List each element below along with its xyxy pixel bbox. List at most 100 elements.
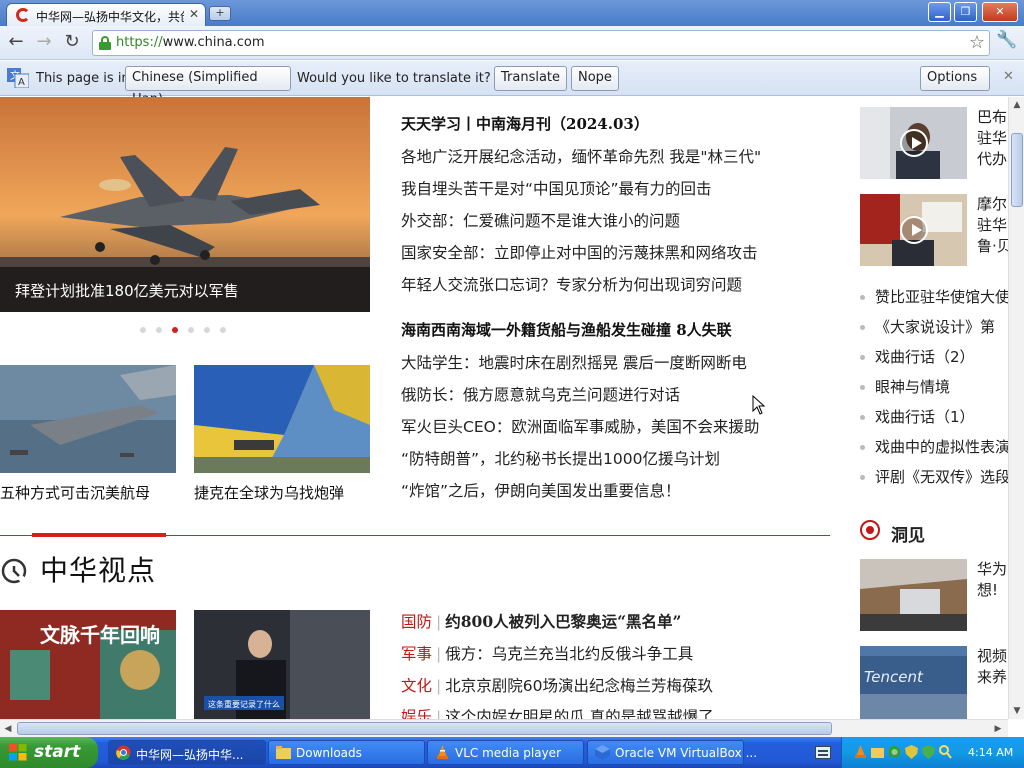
language-select[interactable]: Chinese (Simplified Han) ▼	[125, 66, 291, 107]
category-label[interactable]: 军事	[401, 645, 432, 663]
thumb-caption[interactable]: 五种方式可击沉美航母	[0, 482, 150, 503]
news-link[interactable]: 军火巨头CEO：欧洲面临军事威胁，美国不会来援助	[401, 415, 759, 437]
carousel-dot[interactable]	[140, 327, 146, 333]
hero-slide[interactable]: 拜登计划批准180亿美元对以军售	[0, 97, 370, 312]
carousel-dot[interactable]	[156, 327, 162, 333]
virtualbox-icon	[595, 745, 610, 760]
keyboard-icon[interactable]	[815, 746, 831, 759]
video-thumb[interactable]	[860, 194, 967, 266]
taskbar-item-downloads[interactable]: Downloads	[268, 740, 425, 765]
infobar-close-icon[interactable]: ✕	[1003, 69, 1014, 84]
play-icon[interactable]	[900, 216, 928, 244]
thumb-caption[interactable]: 捷克在全球为乌找炮弹	[194, 482, 344, 503]
news-link[interactable]: 年轻人交流张口忘词？专家分析为何出现词穷问题	[401, 273, 742, 295]
taskbar-item-chrome[interactable]: 中华网—弘扬中华...	[108, 740, 266, 765]
hero-caption[interactable]: 拜登计划批准180亿美元对以军售	[15, 280, 239, 301]
video-title[interactable]: 巴布 驻华 代办	[977, 107, 1008, 170]
taskbar-item-label: 中华网—弘扬中华...	[136, 748, 244, 762]
news-link[interactable]: 国家安全部：立即停止对中国的污蔑抹黑和网络攻击	[401, 241, 758, 263]
carousel-dot[interactable]	[204, 327, 210, 333]
category-label[interactable]: 国防	[401, 613, 432, 631]
carousel-dot[interactable]	[172, 327, 178, 333]
news-link[interactable]: 俄防长：俄方愿意就乌克兰问题进行对话	[401, 383, 680, 405]
wrench-menu-icon[interactable]: 🔧	[996, 30, 1017, 50]
close-window-button[interactable]: ✕	[982, 2, 1018, 22]
secure-lock-icon	[99, 36, 111, 50]
category-news-link[interactable]: 文化 | 北京京剧院60场演出纪念梅兰芳梅葆玖	[401, 674, 713, 696]
maximize-button[interactable]: ❐	[954, 2, 977, 22]
insight-title-line: 想!	[977, 581, 999, 599]
category-news-text[interactable]: 这个内娱女明星的瓜 真的是越骂越爆了	[445, 708, 713, 719]
news-link[interactable]: “防特朗普”，北约秘书长提出1000亿援乌计划	[401, 447, 720, 469]
list-item[interactable]: 评剧《无双传》选段	[860, 466, 1008, 487]
category-news-link[interactable]: 国防 | 约800人被列入巴黎奥运“黑名单”	[401, 610, 681, 632]
news-link[interactable]: 各地广泛开展纪念活动，缅怀革命先烈 我是"林三代"	[401, 145, 761, 167]
news-headline[interactable]: 海南西南海域一外籍货船与渔船发生碰撞 8人失联	[401, 319, 732, 340]
new-tab-button[interactable]: +	[209, 6, 231, 21]
taskbar-item-vlc[interactable]: VLC media player	[427, 740, 584, 765]
insight-title[interactable]: 华为 想!	[977, 559, 1008, 601]
section-thumb[interactable]: 文脉千年回响	[0, 610, 176, 719]
scroll-up-icon[interactable]: ▲	[1009, 97, 1024, 113]
reload-icon[interactable]: ↻	[60, 31, 84, 55]
translate-button[interactable]: Translate	[494, 66, 568, 91]
category-news-link[interactable]: 娱乐 | 这个内娱女明星的瓜 真的是越骂越爆了	[401, 705, 714, 719]
security-shield-icon[interactable]	[905, 745, 918, 759]
news-link[interactable]: 外交部：仁爱礁问题不是谁大谁小的问题	[401, 209, 680, 231]
category-label[interactable]: 文化	[401, 677, 432, 695]
carousel-dot[interactable]	[188, 327, 194, 333]
insight-thumb[interactable]	[860, 559, 967, 631]
thumb-image-carrier[interactable]	[0, 365, 176, 473]
category-news-text[interactable]: 北京京剧院60场演出纪念梅兰芳梅葆玖	[445, 677, 713, 695]
browser-tab[interactable]: 中华网—弘扬中华文化，共创 ✕	[6, 3, 206, 26]
start-button[interactable]: start	[0, 737, 98, 768]
back-arrow-icon[interactable]: ←	[4, 31, 28, 55]
horizontal-scroll-thumb[interactable]	[17, 722, 832, 735]
bookmark-star-icon[interactable]: ☆	[969, 32, 985, 53]
news-link[interactable]: 我自埋头苦干是对“中国见顶论”最有力的回击	[401, 177, 712, 199]
play-icon[interactable]	[900, 129, 928, 157]
folder-tray-icon[interactable]	[871, 745, 884, 759]
category-label[interactable]: 娱乐	[401, 708, 432, 719]
minimize-button[interactable]: ▁	[928, 2, 951, 22]
horizontal-scrollbar[interactable]: ◀ ▶	[0, 719, 1008, 737]
options-button[interactable]: Options ▼	[920, 66, 990, 106]
scroll-right-icon[interactable]: ▶	[990, 721, 1006, 737]
scroll-down-icon[interactable]: ▼	[1009, 703, 1024, 719]
address-bar[interactable]: https://www.china.com ☆	[92, 30, 990, 56]
list-item[interactable]: 《大家说设计》第	[860, 316, 995, 337]
news-headline[interactable]: 天天学习丨中南海月刊（2024.03）	[401, 113, 649, 134]
nope-button[interactable]: Nope	[571, 66, 619, 91]
vertical-scrollbar[interactable]: ▲ ▼	[1008, 97, 1024, 719]
list-item[interactable]: 戏曲行话（1）	[860, 406, 975, 427]
news-link[interactable]: 大陆学生：地震时床在剧烈摇晃 震后一度断网断电	[401, 351, 747, 373]
category-news-text[interactable]: 约800人被列入巴黎奥运“黑名单”	[445, 612, 681, 631]
vertical-scroll-thumb[interactable]	[1011, 133, 1023, 207]
magnifier-icon[interactable]	[939, 745, 952, 759]
carousel-dot[interactable]	[220, 327, 226, 333]
list-item[interactable]: 戏曲中的虚拟性表演	[860, 436, 1008, 457]
section-title-insight: 洞见	[891, 526, 925, 546]
tab-close-icon[interactable]: ✕	[189, 7, 199, 21]
list-item[interactable]: 赞比亚驻华使馆大使	[860, 286, 1008, 307]
section-thumb[interactable]: 这条重要记录了什么	[194, 610, 370, 719]
tab-title: 中华网—弘扬中华文化，共创	[36, 10, 184, 24]
category-news-text[interactable]: 俄方：乌克兰充当北约反俄斗争工具	[445, 645, 693, 663]
network-icon[interactable]	[888, 745, 901, 759]
video-thumb[interactable]	[860, 107, 967, 179]
list-item[interactable]: 戏曲行话（2）	[860, 346, 975, 367]
list-item[interactable]: 眼神与情境	[860, 376, 950, 397]
news-link[interactable]: “炸馆”之后，伊朗向美国发出重要信息！	[401, 479, 681, 501]
category-news-link[interactable]: 军事 | 俄方：乌克兰充当北约反俄斗争工具	[401, 642, 693, 664]
forward-arrow-icon[interactable]: →	[32, 31, 56, 55]
scroll-left-icon[interactable]: ◀	[0, 721, 16, 737]
update-shield-icon[interactable]	[922, 745, 935, 759]
video-title[interactable]: 摩尔 驻华 鲁·贝	[977, 194, 1008, 257]
insight-thumb[interactable]: Tencent	[860, 646, 967, 719]
insight-title[interactable]: 视频 来养	[977, 646, 1008, 688]
vlc-tray-icon[interactable]	[854, 745, 867, 759]
taskbar-item-virtualbox[interactable]: Oracle VM VirtualBox ...	[587, 740, 757, 765]
thumb-image-ukraine-flag[interactable]	[194, 365, 370, 473]
mouse-cursor-icon	[752, 395, 766, 415]
url-text[interactable]: https://www.china.com	[116, 35, 265, 50]
